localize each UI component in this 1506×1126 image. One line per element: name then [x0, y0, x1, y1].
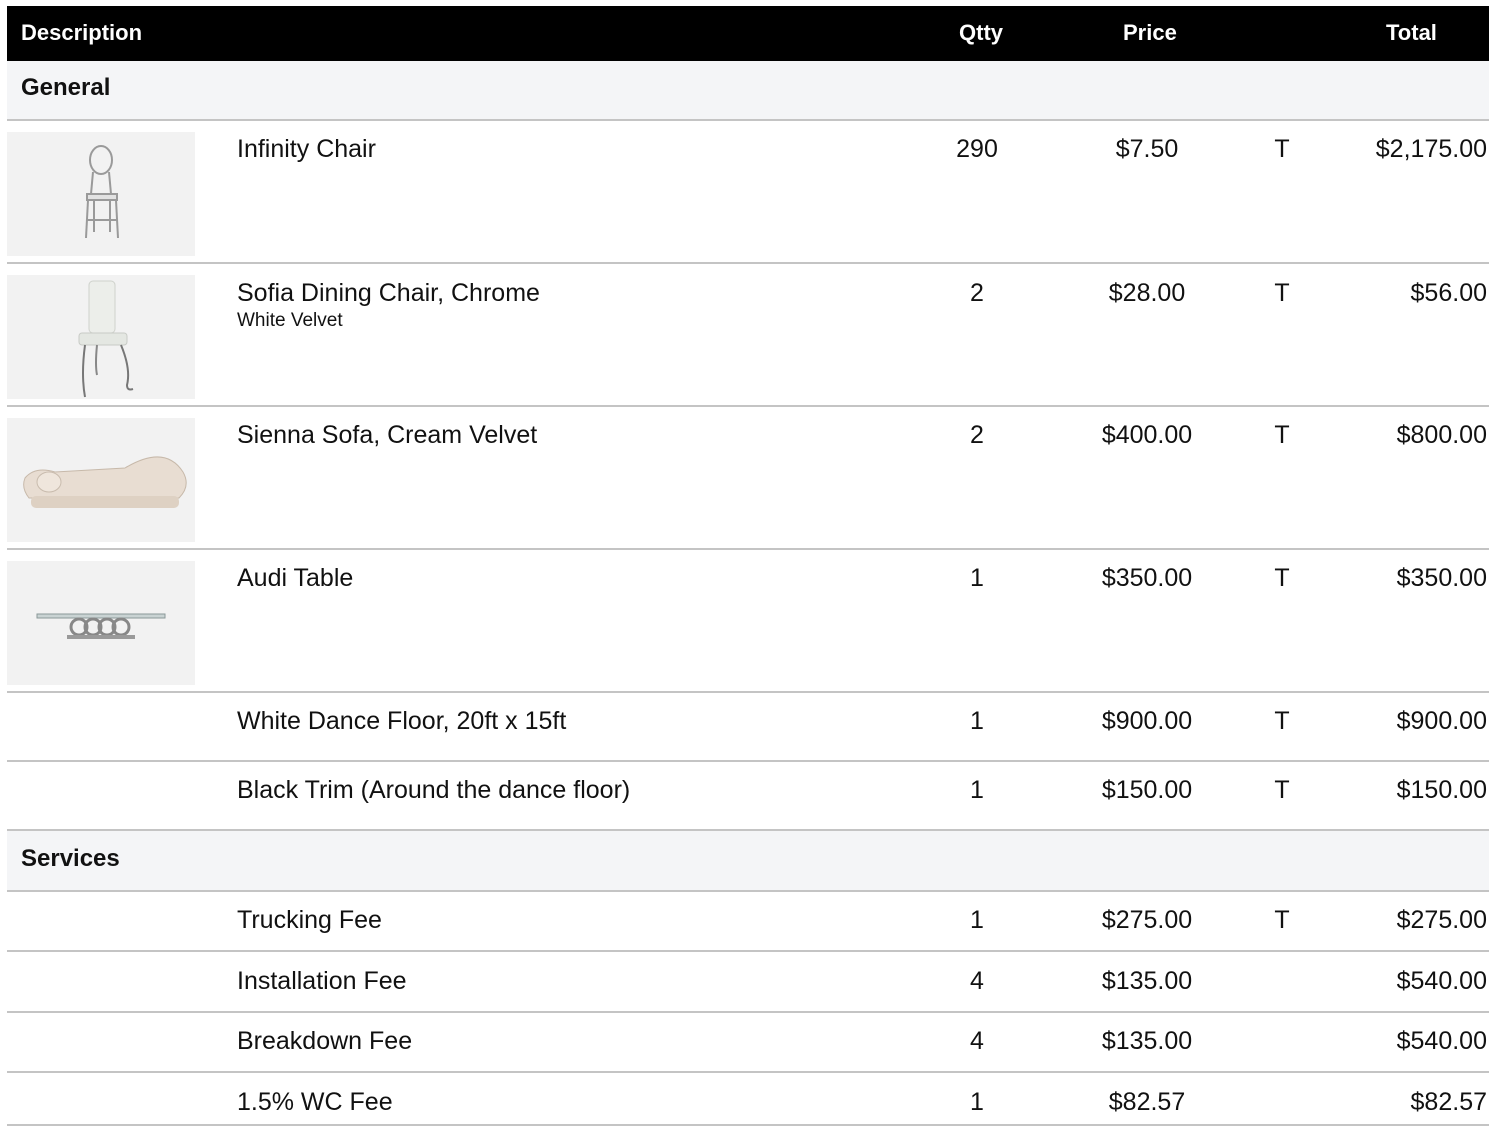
item-total: $82.57	[1410, 1088, 1487, 1116]
table-header: Description Qtty Price Total	[7, 6, 1489, 61]
table-image	[7, 561, 195, 685]
item-description-cell: Sienna Sofa, Cream Velvet	[237, 421, 537, 450]
item-price: $400.00	[1101, 421, 1193, 449]
item-description: Sienna Sofa, Cream Velvet	[237, 421, 538, 449]
table-row: Audi Table 1 $350.00 T $350.00	[7, 550, 1489, 693]
item-description-cell: 1.5% WC Fee	[237, 1088, 393, 1117]
section-title: Services	[21, 845, 120, 872]
item-price: $150.00	[1101, 776, 1193, 804]
item-price: $900.00	[1101, 707, 1193, 735]
item-qty: 1	[970, 906, 984, 934]
header-total: Total	[1386, 20, 1437, 45]
item-description-cell: Audi Table	[237, 564, 353, 593]
section-header: General	[7, 61, 1489, 121]
table-body: General Infinity Chair 290 $7.50 T $2,175.00 S…	[7, 61, 1489, 1126]
item-description: Sofia Dining Chair, Chrome	[237, 279, 540, 307]
item-description-cell: Installation Fee	[237, 967, 407, 996]
item-total: $2,175.00	[1375, 135, 1487, 163]
item-qty: 1	[970, 564, 984, 592]
item-price: $135.00	[1101, 967, 1193, 995]
item-description: Breakdown Fee	[237, 1027, 413, 1055]
item-tax-flag: T	[1274, 707, 1290, 735]
table-row: Black Trim (Around the dance floor) 1 $150…	[7, 762, 1489, 831]
section-header: Services	[7, 831, 1489, 892]
item-total: $275.00	[1396, 906, 1487, 934]
item-qty: 1	[970, 776, 984, 804]
item-total: $800.00	[1396, 421, 1487, 449]
item-description-cell: Trucking Fee	[237, 906, 382, 935]
item-tax-flag: T	[1274, 421, 1290, 449]
item-description: Installation Fee	[237, 967, 407, 995]
table-row: Breakdown Fee 4 $135.00 $540.00	[7, 1013, 1489, 1073]
item-description: Trucking Fee	[237, 906, 382, 934]
item-variant: White Velvet	[237, 310, 343, 331]
item-total: $350.00	[1396, 564, 1487, 592]
section-title: General	[21, 74, 111, 101]
table-row: Trucking Fee 1 $275.00 T $275.00	[7, 892, 1489, 952]
item-qty: 290	[956, 135, 998, 163]
table-row: Sienna Sofa, Cream Velvet 2 $400.00 T $800.0…	[7, 407, 1489, 550]
line-items-table: Description Qtty Price Total General Infi…	[7, 6, 1489, 1126]
item-description: Audi Table	[237, 564, 354, 592]
item-total: $150.00	[1396, 776, 1487, 804]
item-description: 1.5% WC Fee	[237, 1088, 393, 1116]
item-tax-flag: T	[1274, 564, 1290, 592]
item-description: Infinity Chair	[237, 135, 376, 163]
item-description: White Dance Floor, 20ft x 15ft	[237, 707, 567, 735]
header-qty: Qtty	[959, 20, 1003, 45]
item-total: $540.00	[1396, 967, 1487, 995]
table-row: 1.5% WC Fee 1 $82.57 $82.57	[7, 1073, 1489, 1126]
item-price: $82.57	[1108, 1088, 1186, 1116]
header-price: Price	[1123, 20, 1177, 45]
item-qty: 1	[970, 707, 984, 735]
table-row: White Dance Floor, 20ft x 15ft 1 $900.00 T $…	[7, 693, 1489, 762]
item-tax-flag: T	[1274, 279, 1290, 307]
item-qty: 4	[970, 1027, 984, 1055]
table-row: Sofia Dining Chair, Chrome White Velvet 2 $…	[7, 264, 1489, 407]
item-tax-flag: T	[1274, 906, 1290, 934]
item-tax-flag: T	[1274, 776, 1290, 804]
item-total: $900.00	[1396, 707, 1487, 735]
item-price: $135.00	[1101, 1027, 1193, 1055]
table-row: Installation Fee 4 $135.00 $540.00	[7, 952, 1489, 1013]
item-price: $28.00	[1108, 279, 1186, 307]
header-description: Description	[21, 20, 143, 45]
item-total: $540.00	[1396, 1027, 1487, 1055]
item-qty: 1	[970, 1088, 984, 1116]
item-total: $56.00	[1410, 279, 1487, 307]
item-description-cell: Sofia Dining Chair, Chrome White Velvet	[237, 279, 540, 332]
item-price: $275.00	[1101, 906, 1193, 934]
item-qty: 2	[970, 421, 984, 449]
dining-chair-image	[7, 275, 195, 399]
item-description-cell: Infinity Chair	[237, 135, 376, 164]
sofa-image	[7, 418, 195, 542]
item-description-cell: Breakdown Fee	[237, 1027, 412, 1056]
item-price: $350.00	[1101, 564, 1193, 592]
item-qty: 2	[970, 279, 984, 307]
item-qty: 4	[970, 967, 984, 995]
item-description-cell: Black Trim (Around the dance floor)	[237, 776, 630, 805]
item-description-cell: White Dance Floor, 20ft x 15ft	[237, 707, 566, 736]
item-price: $7.50	[1115, 135, 1179, 163]
item-tax-flag: T	[1274, 135, 1290, 163]
chair-image	[7, 132, 195, 256]
table-row: Infinity Chair 290 $7.50 T $2,175.00	[7, 121, 1489, 264]
item-description: Black Trim (Around the dance floor)	[237, 776, 631, 804]
